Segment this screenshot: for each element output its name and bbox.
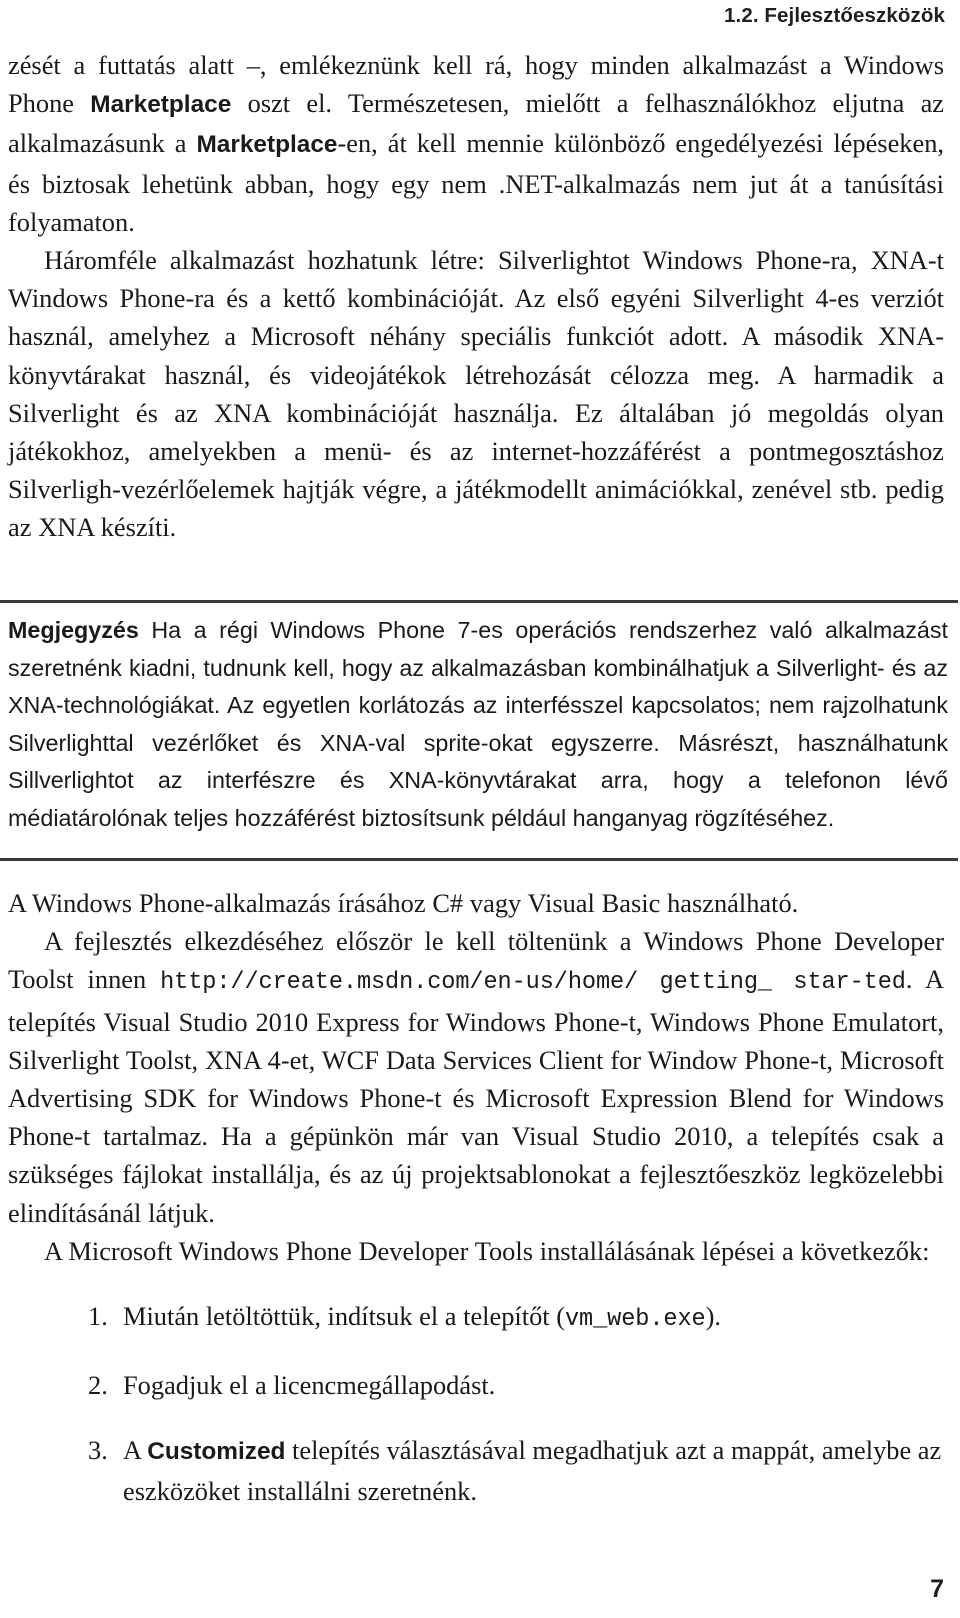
note-bottom-divider: [0, 858, 958, 861]
note-paragraph: Megjegyzés Ha a régi Windows Phone 7-es …: [8, 612, 948, 838]
paragraph-text-run: . A telepítés Visual Studio 2010 Express…: [8, 964, 944, 1228]
running-header: 1.2. Fejlesztőeszközök: [724, 4, 945, 27]
list-item: 3. A Customized telepítés választásával m…: [8, 1431, 944, 1509]
note-label: Megjegyzés: [8, 617, 139, 643]
paragraph-languages: A Windows Phone-alkalmazás írásához C# v…: [8, 888, 799, 918]
list-marker: 2.: [88, 1370, 108, 1401]
list-item-text: Fogadjuk el a licencmegállapodást.: [123, 1370, 496, 1401]
list-item-text: ).: [705, 1301, 721, 1332]
install-steps-list: 1. Miután letöltöttük, indítsuk el a tele…: [8, 1297, 944, 1510]
paragraph-app-types: Háromféle alkalmazást hozhatunk létre: S…: [8, 245, 944, 543]
list-item: 1. Miután letöltöttük, indítsuk el a tele…: [8, 1297, 944, 1339]
list-item: 2. Fogadjuk el a licencmegállapodást.: [8, 1366, 944, 1404]
note-text: Ha a régi Windows Phone 7-es operációs r…: [8, 617, 948, 831]
lower-text-column: A Windows Phone-alkalmazás írásához C# v…: [8, 884, 944, 1510]
bold-term-marketplace-2: Marketplace: [196, 131, 338, 159]
developer-tools-url[interactable]: http://create.msdn.com/en-us/home/ getti…: [160, 969, 906, 996]
paragraph-install-steps-intro: A Microsoft Windows Phone Developer Tool…: [44, 1235, 930, 1266]
paragraph-marketplace: zését a futtatás alatt –, emlékeznünk ke…: [8, 46, 944, 241]
list-item-text: Miután letöltöttük, indítsuk el a telepí…: [123, 1301, 565, 1332]
document-page: 1.2. Fejlesztőeszközök zését a futtatás …: [0, 0, 960, 1618]
list-marker: 3.: [88, 1435, 108, 1466]
installer-filename: vm_web.exe: [564, 1306, 706, 1334]
note-top-divider: [0, 600, 958, 603]
paragraph-download-tools: A fejlesztés elkezdéséhez először le kel…: [8, 922, 944, 1232]
page-number: 7: [930, 1575, 944, 1603]
list-item-text: A: [123, 1435, 148, 1466]
body-text-column: zését a futtatás alatt –, emlékeznünk ke…: [8, 46, 944, 547]
bold-term-marketplace-1: Marketplace: [90, 91, 232, 119]
list-marker: 1.: [88, 1301, 108, 1332]
bold-term-customized: Customized: [147, 1438, 286, 1466]
note-block-megjegyzes: Megjegyzés Ha a régi Windows Phone 7-es …: [8, 612, 948, 838]
